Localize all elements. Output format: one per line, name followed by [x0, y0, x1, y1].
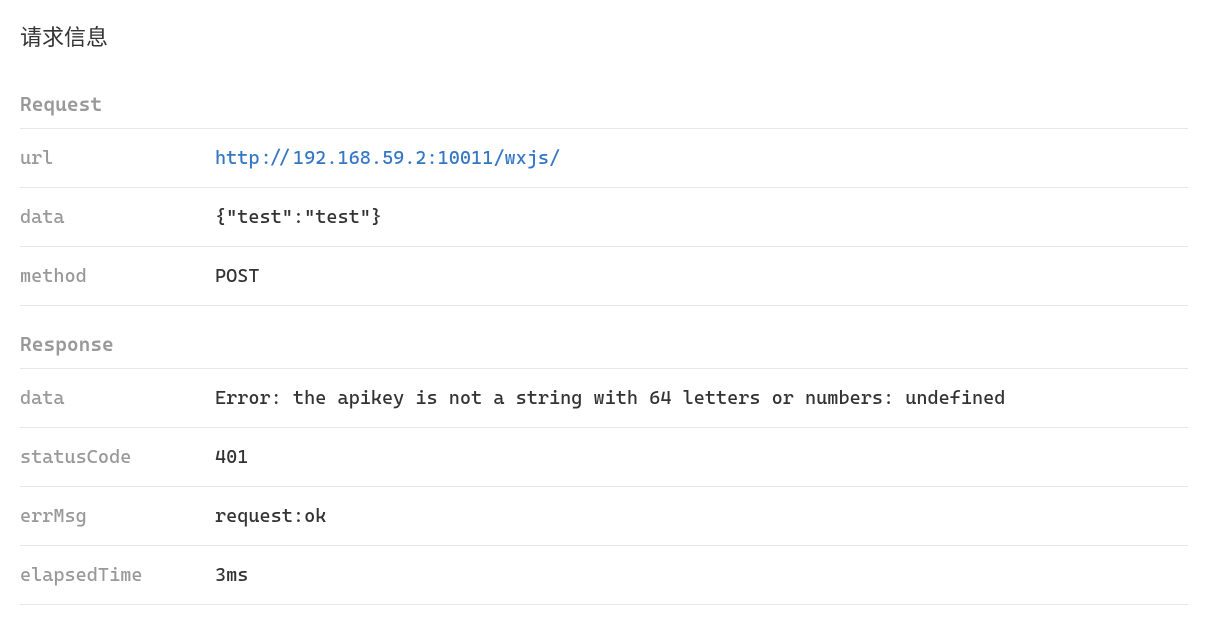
response-errmsg-row: errMsg request:ok — [20, 487, 1188, 546]
response-elapsedtime-value: 3ms — [215, 564, 248, 586]
panel-title: 请求信息 — [20, 20, 1188, 52]
request-url-key: url — [20, 147, 215, 169]
response-data-row: data Error: the apikey is not a string w… — [20, 369, 1188, 428]
response-elapsedtime-row: elapsedTime 3ms — [20, 546, 1188, 605]
request-method-row: method POST — [20, 247, 1188, 306]
request-method-key: method — [20, 265, 215, 287]
response-data-key: data — [20, 387, 215, 409]
response-section-header: Response — [20, 320, 1188, 369]
response-statuscode-row: statusCode 401 — [20, 428, 1188, 487]
request-data-value: {"test":"test"} — [215, 206, 382, 228]
request-method-value: POST — [215, 265, 260, 287]
section-spacer — [20, 306, 1188, 320]
response-elapsedtime-key: elapsedTime — [20, 564, 215, 586]
response-statuscode-key: statusCode — [20, 446, 215, 468]
response-data-value: Error: the apikey is not a string with 6… — [215, 387, 1005, 409]
response-errmsg-value: request:ok — [215, 505, 326, 527]
request-data-key: data — [20, 206, 215, 228]
request-url-value[interactable]: http://192.168.59.2:10011/wxjs/ — [215, 147, 560, 169]
request-data-row: data {"test":"test"} — [20, 188, 1188, 247]
response-statuscode-value: 401 — [215, 446, 248, 468]
request-url-row: url http://192.168.59.2:10011/wxjs/ — [20, 129, 1188, 188]
response-errmsg-key: errMsg — [20, 505, 215, 527]
request-info-panel: 请求信息 Request url http://192.168.59.2:100… — [20, 20, 1188, 605]
request-section-header: Request — [20, 80, 1188, 129]
